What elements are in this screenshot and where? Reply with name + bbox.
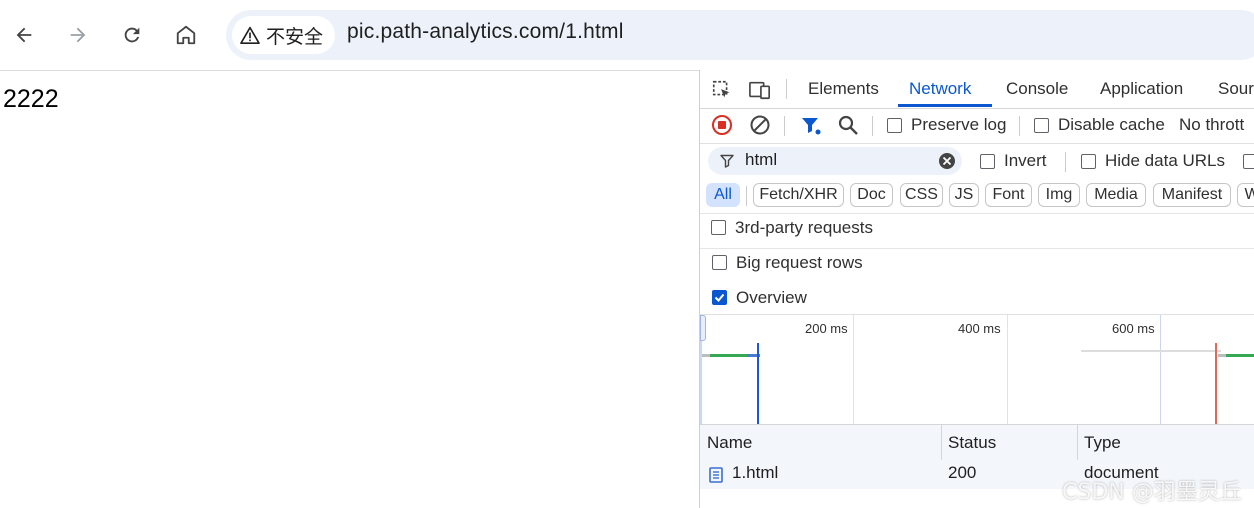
filter-funnel-icon xyxy=(720,154,734,168)
url-text[interactable]: pic.path-analytics.com/1.html xyxy=(347,20,624,44)
hide-data-urls-label: Hide data URLs xyxy=(1105,151,1226,170)
devtools-tabbar: Elements Network Console Application Sou… xyxy=(700,70,1254,109)
tab-network[interactable]: Network xyxy=(909,79,971,99)
clear-filter-icon[interactable] xyxy=(938,152,956,170)
resource-type-filters: All Fetch/XHR Doc CSS JS Font Img Media … xyxy=(700,179,1254,214)
table-header: Name Status Type xyxy=(700,424,1254,461)
overview-left-handle[interactable] xyxy=(700,315,706,341)
reload-icon xyxy=(124,27,140,43)
preserve-log-label: Preserve log xyxy=(911,115,1007,134)
request-bar-download-2 xyxy=(1226,354,1254,357)
big-rows-checkbox[interactable] xyxy=(712,255,727,270)
request-bar-long xyxy=(1081,350,1221,352)
type-chip-manifest[interactable]: Manifest xyxy=(1153,183,1231,207)
invert-label: Invert xyxy=(1004,151,1047,170)
filter-icon[interactable] xyxy=(800,115,822,137)
checkmark-icon xyxy=(714,293,725,302)
page-content-text: 2222 xyxy=(3,85,59,113)
arrow-left-icon xyxy=(16,27,32,43)
type-chip-ws[interactable]: W xyxy=(1237,183,1254,207)
type-chip-fetch-xhr[interactable]: Fetch/XHR xyxy=(753,183,844,207)
type-chip-css[interactable]: CSS xyxy=(900,183,943,207)
invert-checkbox[interactable] xyxy=(980,154,995,169)
type-chip-media[interactable]: Media xyxy=(1086,183,1146,207)
preserve-log-checkbox[interactable] xyxy=(887,118,902,133)
filter-input-value: html xyxy=(745,150,778,169)
big-rows-row: Big request rows xyxy=(700,250,1254,283)
active-tab-indicator xyxy=(898,104,992,107)
type-chip-font[interactable]: Font xyxy=(985,183,1032,207)
browser-toolbar: 不安全 pic.path-analytics.com/1.html xyxy=(0,0,1254,71)
throttling-select[interactable]: No thrott xyxy=(1179,115,1244,135)
search-icon[interactable] xyxy=(837,114,859,136)
security-chip[interactable]: 不安全 xyxy=(232,16,336,54)
request-name: 1.html xyxy=(732,463,779,482)
type-chip-all[interactable]: All xyxy=(706,183,740,207)
tab-elements[interactable]: Elements xyxy=(808,79,879,99)
back-button[interactable] xyxy=(7,18,41,52)
request-status: 200 xyxy=(948,463,977,482)
big-rows-label: Big request rows xyxy=(736,253,863,272)
request-bar-wait-2 xyxy=(1218,354,1226,357)
disable-cache-checkbox[interactable] xyxy=(1034,118,1049,133)
security-label: 不安全 xyxy=(266,26,324,48)
watermark-text: CSDN @羽墨灵丘 xyxy=(1062,480,1242,505)
network-overview-timeline[interactable]: 200 ms 400 ms 600 ms xyxy=(700,314,1254,425)
gridline-200 xyxy=(853,315,854,425)
disable-cache-label: Disable cache xyxy=(1058,115,1165,134)
column-header-type[interactable]: Type xyxy=(1084,433,1121,453)
reload-button[interactable] xyxy=(115,18,149,52)
network-action-bar: Preserve log Disable cache No thrott xyxy=(700,108,1254,144)
type-chip-doc[interactable]: Doc xyxy=(850,183,893,207)
network-filter-bar: html Invert Hide data URLs xyxy=(700,143,1254,179)
filter-input[interactable]: html xyxy=(708,147,962,175)
tick-400ms: 400 ms xyxy=(958,321,1001,336)
warning-icon xyxy=(240,26,260,44)
dom-content-loaded-marker xyxy=(757,343,759,425)
column-header-status[interactable]: Status xyxy=(948,433,996,453)
hide-data-urls-checkbox[interactable] xyxy=(1081,154,1096,169)
devtools-panel: Elements Network Console Application Sou… xyxy=(699,70,1254,508)
column-header-name[interactable]: Name xyxy=(707,433,752,453)
tab-sources[interactable]: Sour xyxy=(1218,79,1254,99)
type-chip-js[interactable]: JS xyxy=(949,183,979,207)
gridline-400 xyxy=(1007,315,1008,425)
document-icon xyxy=(709,467,723,483)
third-party-checkbox[interactable] xyxy=(711,220,726,235)
inspect-element-icon[interactable] xyxy=(711,79,733,101)
overview-label: Overview xyxy=(736,288,807,307)
forward-button[interactable] xyxy=(61,18,95,52)
overview-checkbox[interactable] xyxy=(712,290,727,305)
overview-row: Overview xyxy=(700,284,1254,314)
clear-icon[interactable] xyxy=(749,114,771,136)
third-party-label: 3rd-party requests xyxy=(735,218,873,237)
tab-application[interactable]: Application xyxy=(1100,79,1183,99)
home-icon xyxy=(176,25,196,45)
tick-600ms: 600 ms xyxy=(1112,321,1155,336)
type-chip-img[interactable]: Img xyxy=(1038,183,1080,207)
request-bar-wait xyxy=(702,354,710,357)
arrow-right-icon xyxy=(70,27,86,43)
home-button[interactable] xyxy=(169,18,203,52)
third-party-row: 3rd-party requests xyxy=(700,213,1254,249)
tab-console[interactable]: Console xyxy=(1006,79,1068,99)
tick-200ms: 200 ms xyxy=(805,321,848,336)
more-filter-checkbox[interactable] xyxy=(1243,154,1254,169)
gridline-600 xyxy=(1160,315,1161,425)
device-toolbar-icon[interactable] xyxy=(748,79,772,101)
record-stop-icon[interactable] xyxy=(711,114,733,136)
request-bar-download xyxy=(710,354,747,357)
load-event-marker xyxy=(1215,343,1217,425)
